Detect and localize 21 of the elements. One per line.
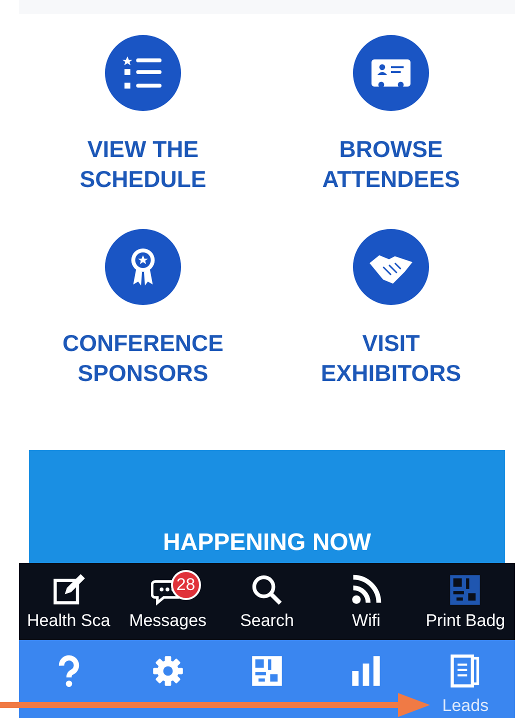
happening-now-banner[interactable]: HAPPENING NOW — [29, 450, 505, 563]
toolbar-button[interactable]: Wifi — [316, 563, 416, 640]
handshake-icon[interactable] — [352, 228, 430, 306]
settings-icon — [150, 654, 185, 688]
tile-label[interactable]: BROWSE ATTENDEES — [322, 134, 460, 194]
ribbon-icon[interactable] — [104, 228, 182, 306]
toolbar-button[interactable]: Health Sca — [19, 563, 118, 640]
banner-title: HAPPENING NOW — [162, 529, 371, 557]
list-icon[interactable] — [104, 34, 182, 112]
tile-label[interactable]: CONFERENCE SPONSORS — [62, 328, 224, 388]
toolbar-button[interactable]: 28 Messages — [118, 563, 218, 640]
unread-badge: 28 — [170, 570, 201, 600]
wifi-icon — [349, 572, 384, 606]
qr-code-icon — [250, 654, 284, 688]
search-icon — [250, 572, 284, 606]
id-card-icon[interactable] — [352, 34, 430, 112]
edit-icon — [52, 572, 86, 606]
qr-code-icon — [448, 572, 482, 606]
toolbar-button[interactable]: Search — [217, 563, 317, 640]
tile-label[interactable]: VISIT EXHIBITORS — [320, 328, 462, 388]
tile-label[interactable]: VIEW THE SCHEDULE — [80, 134, 206, 194]
